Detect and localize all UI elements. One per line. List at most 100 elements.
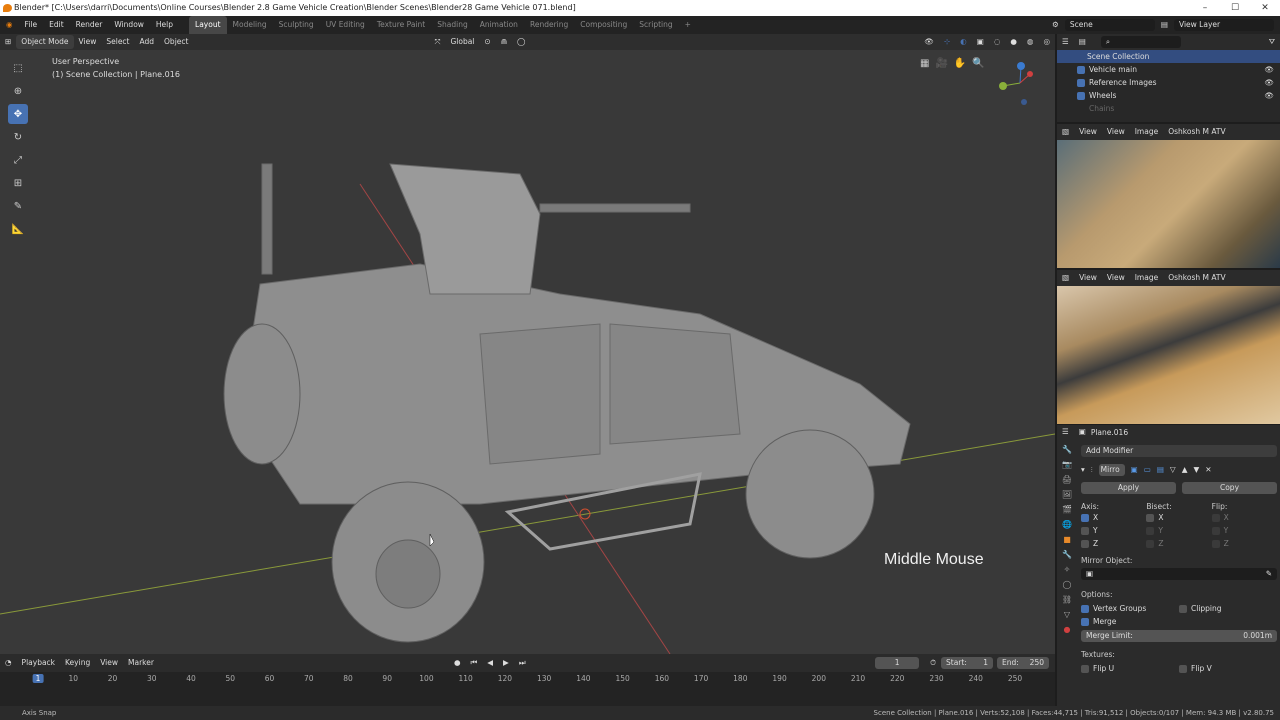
image-editor-top[interactable]: ▧ View View Image Oshkosh M ATV bbox=[1057, 124, 1280, 268]
close-icon[interactable]: ✕ bbox=[1250, 0, 1280, 16]
tab-scripting[interactable]: Scripting bbox=[633, 16, 678, 34]
maximize-icon[interactable]: ☐ bbox=[1220, 0, 1250, 16]
blender-menu-icon[interactable]: ◉ bbox=[0, 16, 19, 34]
timeline-menu-playback[interactable]: Playback bbox=[17, 656, 60, 670]
flip-v-checkbox[interactable]: Flip V bbox=[1179, 662, 1277, 675]
merge-limit-field[interactable]: Merge Limit: 0.001m bbox=[1081, 630, 1277, 642]
play-reverse-icon[interactable]: ◀ bbox=[482, 656, 498, 670]
add-modifier-dropdown[interactable]: Add Modifier bbox=[1081, 445, 1277, 457]
outliner-item-reference-images[interactable]: Reference Images 👁 bbox=[1057, 76, 1280, 89]
jump-start-icon[interactable]: ⏮ bbox=[466, 656, 483, 670]
bisect-x-checkbox[interactable]: X bbox=[1146, 511, 1211, 524]
object-tab-icon[interactable]: ■ bbox=[1063, 535, 1071, 544]
play-icon[interactable]: ▶ bbox=[498, 656, 514, 670]
properties-editor-icon[interactable]: ☰ bbox=[1057, 425, 1074, 439]
outliner-search-input[interactable]: ⌕ bbox=[1100, 36, 1181, 48]
navigation-gizmo[interactable] bbox=[995, 58, 1045, 108]
display-mode-icon[interactable]: ▤ bbox=[1074, 35, 1091, 49]
image-menu-view-2[interactable]: View bbox=[1102, 125, 1130, 139]
snap-icon[interactable]: ⋒ bbox=[496, 35, 512, 49]
mirror-object-field[interactable]: ▣ ✎ bbox=[1081, 568, 1277, 580]
move-down-icon[interactable]: ▼ bbox=[1193, 465, 1199, 474]
cage-icon[interactable]: ▽ bbox=[1170, 465, 1176, 474]
editor-type-icon[interactable]: ⊞ bbox=[0, 35, 16, 49]
pan-hand-icon[interactable]: ✋ bbox=[954, 58, 966, 69]
tab-sculpting[interactable]: Sculpting bbox=[273, 16, 320, 34]
add-workspace-button[interactable]: + bbox=[679, 16, 697, 34]
merge-checkbox[interactable]: Merge bbox=[1081, 615, 1277, 628]
tab-uv-editing[interactable]: UV Editing bbox=[320, 16, 371, 34]
render-tab-icon[interactable]: 📷 bbox=[1062, 460, 1072, 469]
viewport-menu-object[interactable]: Object bbox=[159, 35, 193, 49]
shading-wireframe-icon[interactable]: ◌ bbox=[989, 35, 1006, 49]
scene-selector[interactable]: Scene bbox=[1064, 19, 1155, 31]
view-layer-tab-icon[interactable]: 🖼 bbox=[1062, 490, 1072, 499]
clipping-checkbox[interactable]: Clipping bbox=[1179, 602, 1277, 615]
physics-tab-icon[interactable]: ◯ bbox=[1063, 580, 1072, 589]
flip-y-checkbox[interactable]: Y bbox=[1211, 524, 1277, 537]
output-tab-icon[interactable]: 🖨 bbox=[1062, 475, 1072, 484]
image-editor-bottom[interactable]: ▧ View View Image Oshkosh M ATV bbox=[1057, 270, 1280, 424]
image-name[interactable]: Oshkosh M ATV bbox=[1163, 125, 1230, 139]
timeline-menu-view[interactable]: View bbox=[95, 656, 123, 670]
modifier-tab-icon[interactable]: 🔧 bbox=[1062, 550, 1072, 559]
bisect-z-checkbox[interactable]: Z bbox=[1146, 537, 1211, 550]
timeline-menu-keying[interactable]: Keying bbox=[60, 656, 95, 670]
apply-button[interactable]: Apply bbox=[1081, 482, 1176, 494]
tab-modeling[interactable]: Modeling bbox=[227, 16, 273, 34]
camera-view-icon[interactable]: ▦ bbox=[920, 58, 929, 69]
axis-x-checkbox[interactable]: X bbox=[1081, 511, 1146, 524]
particles-tab-icon[interactable]: ✧ bbox=[1064, 565, 1071, 574]
xray-icon[interactable]: ▣ bbox=[972, 35, 989, 49]
image-menu-view-1[interactable]: View bbox=[1074, 271, 1102, 285]
eye-icon[interactable]: 👁 bbox=[1264, 78, 1274, 87]
data-tab-icon[interactable]: ▽ bbox=[1064, 610, 1070, 619]
timeline-editor-icon[interactable]: ◔ bbox=[0, 656, 17, 670]
transform-tool-icon[interactable]: ⊞ bbox=[8, 173, 28, 193]
modifier-name-field[interactable]: Mirro bbox=[1098, 463, 1125, 476]
visibility-icon[interactable]: 👁 bbox=[919, 35, 939, 49]
flip-z-checkbox[interactable]: Z bbox=[1211, 537, 1277, 550]
image-menu-image[interactable]: Image bbox=[1130, 271, 1164, 285]
image-editor-icon[interactable]: ▧ bbox=[1057, 125, 1074, 139]
camera-icon[interactable]: 🎥 bbox=[935, 58, 947, 69]
gizmo-icon[interactable]: ⊹ bbox=[939, 35, 955, 49]
timeline[interactable]: ◔ Playback Keying View Marker ● ⏮ ◀ ▶ ⏭ … bbox=[0, 654, 1055, 706]
minimize-icon[interactable]: – bbox=[1190, 0, 1220, 16]
view-layer-selector[interactable]: View Layer bbox=[1174, 19, 1274, 31]
filter-icon[interactable]: ⛛ bbox=[1264, 35, 1280, 49]
cursor-tool-icon[interactable]: ⊕ bbox=[8, 81, 28, 101]
current-frame-field[interactable]: 1 bbox=[875, 657, 920, 669]
copy-button[interactable]: Copy bbox=[1182, 482, 1277, 494]
material-tab-icon[interactable]: ● bbox=[1064, 625, 1071, 634]
zoom-icon[interactable]: 🔍 bbox=[972, 58, 984, 69]
end-frame-field[interactable]: End: 250 bbox=[997, 657, 1049, 669]
proportional-icon[interactable]: ◯ bbox=[512, 35, 530, 49]
outliner-root[interactable]: Scene Collection bbox=[1057, 50, 1280, 63]
move-up-icon[interactable]: ▲ bbox=[1182, 465, 1188, 474]
scale-tool-icon[interactable]: ⤢ bbox=[8, 150, 28, 170]
outliner-item-vehicle-main[interactable]: Vehicle main 👁 bbox=[1057, 63, 1280, 76]
measure-tool-icon[interactable]: 📐 bbox=[8, 219, 28, 239]
render-icon[interactable]: ▤ bbox=[1157, 465, 1164, 474]
outliner-item-wheels[interactable]: Wheels 👁 bbox=[1057, 89, 1280, 102]
image-editor-icon[interactable]: ▧ bbox=[1057, 271, 1074, 285]
tab-animation[interactable]: Animation bbox=[474, 16, 524, 34]
image-menu-view-2[interactable]: View bbox=[1102, 271, 1130, 285]
tab-layout[interactable]: Layout bbox=[189, 16, 227, 34]
timeline-menu-marker[interactable]: Marker bbox=[123, 656, 159, 670]
realtime-icon[interactable]: ▭ bbox=[1144, 465, 1151, 474]
image-menu-image[interactable]: Image bbox=[1130, 125, 1164, 139]
menu-help[interactable]: Help bbox=[150, 16, 179, 34]
tab-shading[interactable]: Shading bbox=[431, 16, 473, 34]
timeline-ruler[interactable]: 1 10 20 30 40 50 60 70 80 90 100 110 120 130 140 150 160… bbox=[0, 672, 1055, 686]
viewport-menu-view[interactable]: View bbox=[74, 35, 102, 49]
viewport-menu-add[interactable]: Add bbox=[135, 35, 160, 49]
start-frame-field[interactable]: Start: 1 bbox=[941, 657, 993, 669]
image-name[interactable]: Oshkosh M ATV bbox=[1163, 271, 1230, 285]
tab-texture-paint[interactable]: Texture Paint bbox=[371, 16, 431, 34]
outliner-item-chains[interactable]: Chains bbox=[1057, 102, 1280, 115]
flip-x-checkbox[interactable]: X bbox=[1211, 511, 1277, 524]
annotate-tool-icon[interactable]: ✎ bbox=[8, 196, 28, 216]
shading-rendered-icon[interactable]: ◎ bbox=[1038, 35, 1055, 49]
